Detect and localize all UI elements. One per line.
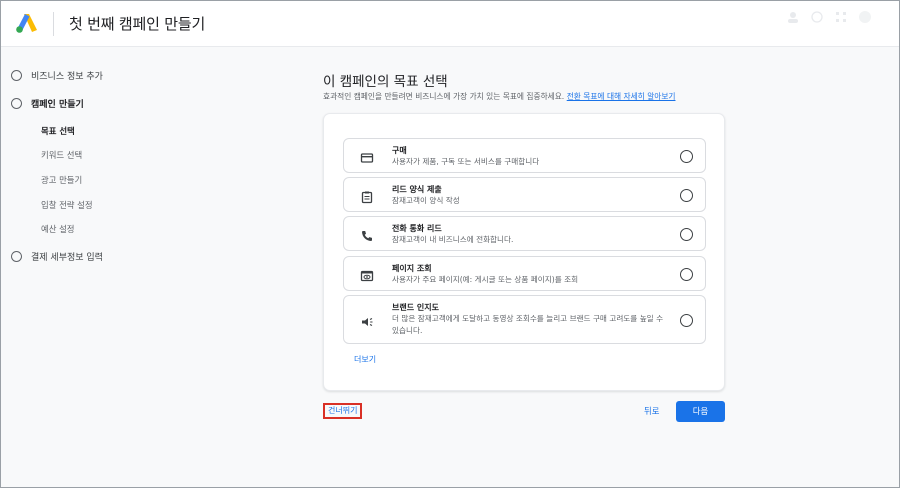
option-description: 사용자가 제품, 구독 또는 서비스를 구매합니다 [392,157,540,166]
back-button[interactable]: 뒤로 [644,405,659,417]
option-radio[interactable] [680,228,693,241]
option-description: 잠재고객이 내 비즈니스에 전화합니다. [392,235,514,244]
show-more-link[interactable]: 더보기 [354,354,376,365]
option-title: 브랜드 인지도 [392,303,439,312]
step-circle-icon [11,250,22,262]
option-title: 구매 [392,146,407,155]
megaphone-icon [360,314,374,328]
account-icon[interactable] [785,9,801,25]
help-icon[interactable] [809,9,825,25]
section-title: 이 캠페인의 목표 선택 [323,74,448,90]
top-header: 첫 번째 캠페인 만들기 [1,1,899,47]
substep-create-ads[interactable]: 광고 만들기 [41,172,82,188]
goal-option-page-view[interactable]: 페이지 조회 사용자가 주요 페이지(예: 게시글 또는 상품 페이지)를 조회 [343,256,706,291]
option-radio[interactable] [680,150,693,163]
option-title: 리드 양식 제출 [392,185,442,194]
profile-icon[interactable] [857,9,873,25]
google-ads-logo-icon [15,12,39,34]
clipboard-icon [360,189,374,204]
option-radio[interactable] [680,314,693,327]
step-payment-details[interactable]: 결제 세부정보 입력 [11,246,103,266]
step-circle-icon [11,69,22,81]
step-create-campaign[interactable]: 캠페인 만들기 [11,93,84,113]
header-divider [53,12,54,36]
next-button[interactable]: 다음 [676,401,725,422]
step-label: 캠페인 만들기 [31,99,84,110]
step-circle-icon [11,97,22,109]
substep-budget[interactable]: 예산 설정 [41,221,74,237]
step-label: 결제 세부정보 입력 [31,252,103,263]
app-window: 첫 번째 캠페인 만들기 비즈니스 정보 추가 캠페인 만들기 목표 선택 키워… [0,0,900,488]
credit-card-icon [360,150,374,164]
option-description: 잠재고객이 양식 작성 [392,196,460,205]
phone-icon [360,228,374,242]
option-title: 페이지 조회 [392,264,432,273]
goal-options-card: 구매 사용자가 제품, 구독 또는 서비스를 구매합니다 리드 양식 제출 잠재… [323,113,725,391]
substep-select-keywords[interactable]: 키워드 선택 [41,147,82,163]
option-description: 사용자가 주요 페이지(예: 게시글 또는 상품 페이지)를 조회 [392,275,579,284]
option-description: 더 많은 잠재고객에게 도달하고 동영상 조회수를 늘리고 브랜드 구매 고려도… [392,314,664,335]
step-business-info[interactable]: 비즈니스 정보 추가 [11,65,103,85]
goal-option-lead-form[interactable]: 리드 양식 제출 잠재고객이 양식 작성 [343,177,706,212]
skip-button[interactable]: 건너뛰기 [323,403,363,419]
goal-option-phone-call[interactable]: 전화 통화 리드 잠재고객이 내 비즈니스에 전화합니다. [343,216,706,251]
option-radio[interactable] [680,189,693,202]
steps-sidebar: 비즈니스 정보 추가 캠페인 만들기 목표 선택 키워드 선택 광고 만들기 입… [1,48,231,487]
subtitle-text: 효과적인 캠페인을 만들려면 비즈니스에 가장 가치 있는 목표에 집중하세요. [323,92,565,101]
page-view-icon [360,268,374,282]
goal-option-purchase[interactable]: 구매 사용자가 제품, 구독 또는 서비스를 구매합니다 [343,138,706,173]
option-title: 전화 통화 리드 [392,224,442,233]
learn-more-link[interactable]: 전환 목표에 대해 자세히 알아보기 [567,92,676,101]
option-radio[interactable] [680,268,693,281]
step-label: 비즈니스 정보 추가 [31,71,103,82]
page-title: 첫 번째 캠페인 만들기 [69,15,206,33]
substep-bid-strategy[interactable]: 입찰 전략 설정 [41,197,93,213]
goal-option-brand-awareness[interactable]: 브랜드 인지도 더 많은 잠재고객에게 도달하고 동영상 조회수를 늘리고 브랜… [343,295,706,344]
section-subtitle: 효과적인 캠페인을 만들려면 비즈니스에 가장 가치 있는 목표에 집중하세요.… [323,91,676,102]
apps-icon[interactable] [833,9,849,25]
substep-select-goal[interactable]: 목표 선택 [41,123,75,139]
scrollbar[interactable] [892,48,897,487]
